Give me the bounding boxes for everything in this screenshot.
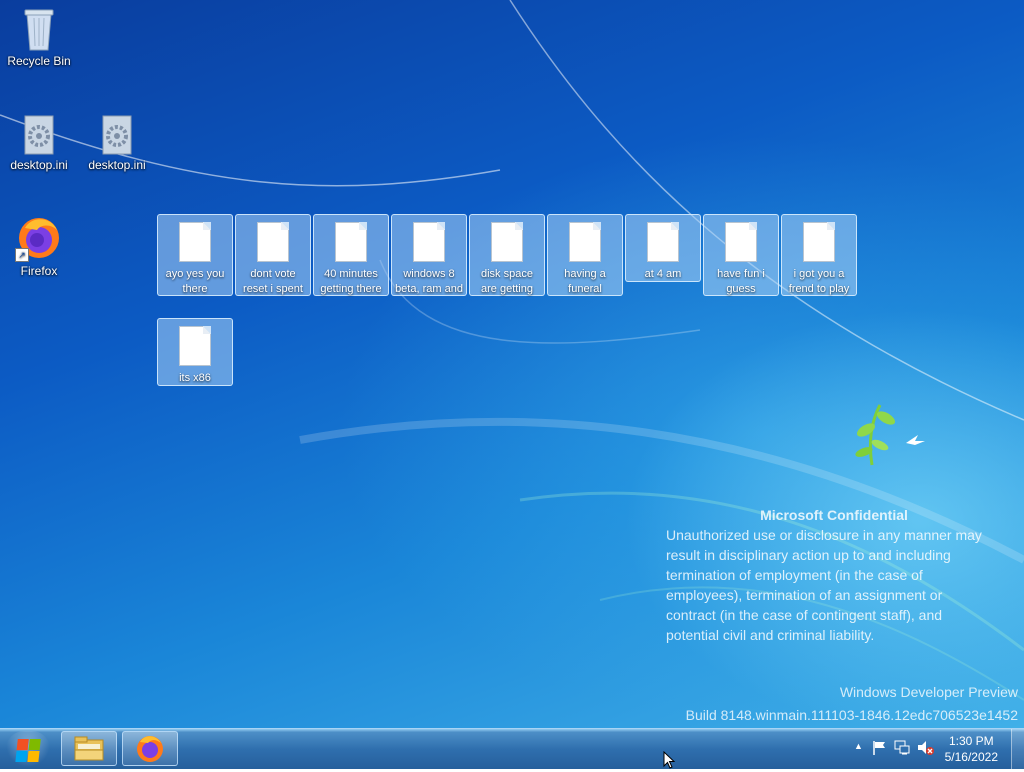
firefox-icon: ↗ xyxy=(15,214,63,262)
file-label: windows 8 beta, ram and xyxy=(395,268,463,295)
recycle-bin-shortcut[interactable]: Recycle Bin xyxy=(1,6,77,69)
text-file[interactable]: i got you a frend to play xyxy=(781,214,857,296)
clock-time: 1:30 PM xyxy=(948,734,994,748)
clock[interactable]: 1:30 PM 5/16/2022 xyxy=(945,733,998,765)
file-label: its x86 xyxy=(179,372,211,384)
text-file[interactable]: ayo yes you there xyxy=(157,214,233,296)
text-file[interactable]: windows 8 beta, ram and xyxy=(391,214,467,296)
watermark-line: result in disciplinary action up to and … xyxy=(666,547,951,563)
settings-file-icon xyxy=(99,114,135,156)
watermark-line: contract (in the case of contingent staf… xyxy=(666,607,943,623)
text-file[interactable]: at 4 am xyxy=(625,214,701,282)
watermark-line: Unauthorized use or disclosure in any ma… xyxy=(666,527,982,543)
text-file[interactable]: 40 minutes getting there xyxy=(313,214,389,296)
build-string: Build 8148.winmain.111103-1846.12edc7065… xyxy=(685,707,1018,723)
desktop-ini-label: desktop.ini xyxy=(88,158,146,172)
file-label: 40 minutes getting there xyxy=(320,268,382,295)
watermark-line: potential civil and criminal liability. xyxy=(666,627,875,643)
action-center-flag-icon[interactable] xyxy=(872,740,886,756)
text-file[interactable]: having a funeral xyxy=(547,214,623,296)
file-label: dont vote reset i spent xyxy=(243,268,303,295)
file-label: have fun i guess xyxy=(717,268,765,295)
show-desktop-button[interactable] xyxy=(1011,729,1024,769)
text-file[interactable]: have fun i guess xyxy=(703,214,779,296)
mouse-cursor-icon xyxy=(663,751,676,769)
windows-logo-icon xyxy=(15,739,41,762)
taskbar: ▲ 1:30 PM 5/16/2022 xyxy=(0,728,1024,769)
clock-date: 5/16/2022 xyxy=(944,750,998,764)
wallpaper-plant xyxy=(855,404,925,466)
text-document-icon xyxy=(335,222,367,262)
network-icon[interactable] xyxy=(894,740,910,756)
firefox-icon xyxy=(137,736,163,762)
file-label: ayo yes you there xyxy=(165,268,225,295)
text-document-icon xyxy=(413,222,445,262)
text-document-icon xyxy=(725,222,757,262)
product-name: Windows Developer Preview xyxy=(839,684,1018,700)
text-document-icon xyxy=(647,222,679,262)
desktop-ini-1[interactable]: desktop.ini xyxy=(1,114,77,173)
confidential-watermark: Microsoft Confidential Unauthorized use … xyxy=(666,505,1016,645)
watermark-title: Microsoft Confidential xyxy=(760,507,908,523)
text-document-icon xyxy=(179,326,211,366)
text-document-icon xyxy=(803,222,835,262)
desktop-ini-label: desktop.ini xyxy=(10,158,68,172)
recycle-bin-icon xyxy=(21,6,57,52)
desktop-ini-2[interactable]: desktop.ini xyxy=(79,114,155,173)
text-document-icon xyxy=(257,222,289,262)
taskbar-file-explorer[interactable] xyxy=(61,731,117,766)
text-file[interactable]: dont vote reset i spent xyxy=(235,214,311,296)
firefox-shortcut[interactable]: ↗ Firefox xyxy=(1,214,77,279)
desktop[interactable]: Recycle Bin desktop.ini desktop.ini ↗ Fi… xyxy=(0,0,1024,728)
file-label: at 4 am xyxy=(644,268,682,280)
watermark-line: employees), termination of an assignment… xyxy=(666,587,943,603)
text-file[interactable]: disk space are getting xyxy=(469,214,545,296)
volume-muted-icon[interactable] xyxy=(917,740,935,756)
show-hidden-icons-chevron[interactable]: ▲ xyxy=(854,741,863,751)
firefox-label: Firefox xyxy=(20,264,58,278)
watermark-line: termination of employment (in the case o… xyxy=(666,567,923,583)
text-document-icon xyxy=(491,222,523,262)
file-label: i got you a frend to play xyxy=(788,268,850,295)
text-document-icon xyxy=(569,222,601,262)
file-explorer-icon xyxy=(74,736,104,761)
recycle-bin-label: Recycle Bin xyxy=(7,54,71,68)
system-tray: ▲ 1:30 PM 5/16/2022 xyxy=(840,729,1024,769)
file-label: having a funeral xyxy=(564,268,606,295)
text-document-icon xyxy=(179,222,211,262)
start-button[interactable] xyxy=(6,731,50,767)
shortcut-arrow-icon: ↗ xyxy=(15,248,29,262)
text-file[interactable]: its x86 xyxy=(157,318,233,386)
settings-file-icon xyxy=(21,114,57,156)
taskbar-firefox[interactable] xyxy=(122,731,178,766)
file-label: disk space are getting xyxy=(481,268,533,295)
